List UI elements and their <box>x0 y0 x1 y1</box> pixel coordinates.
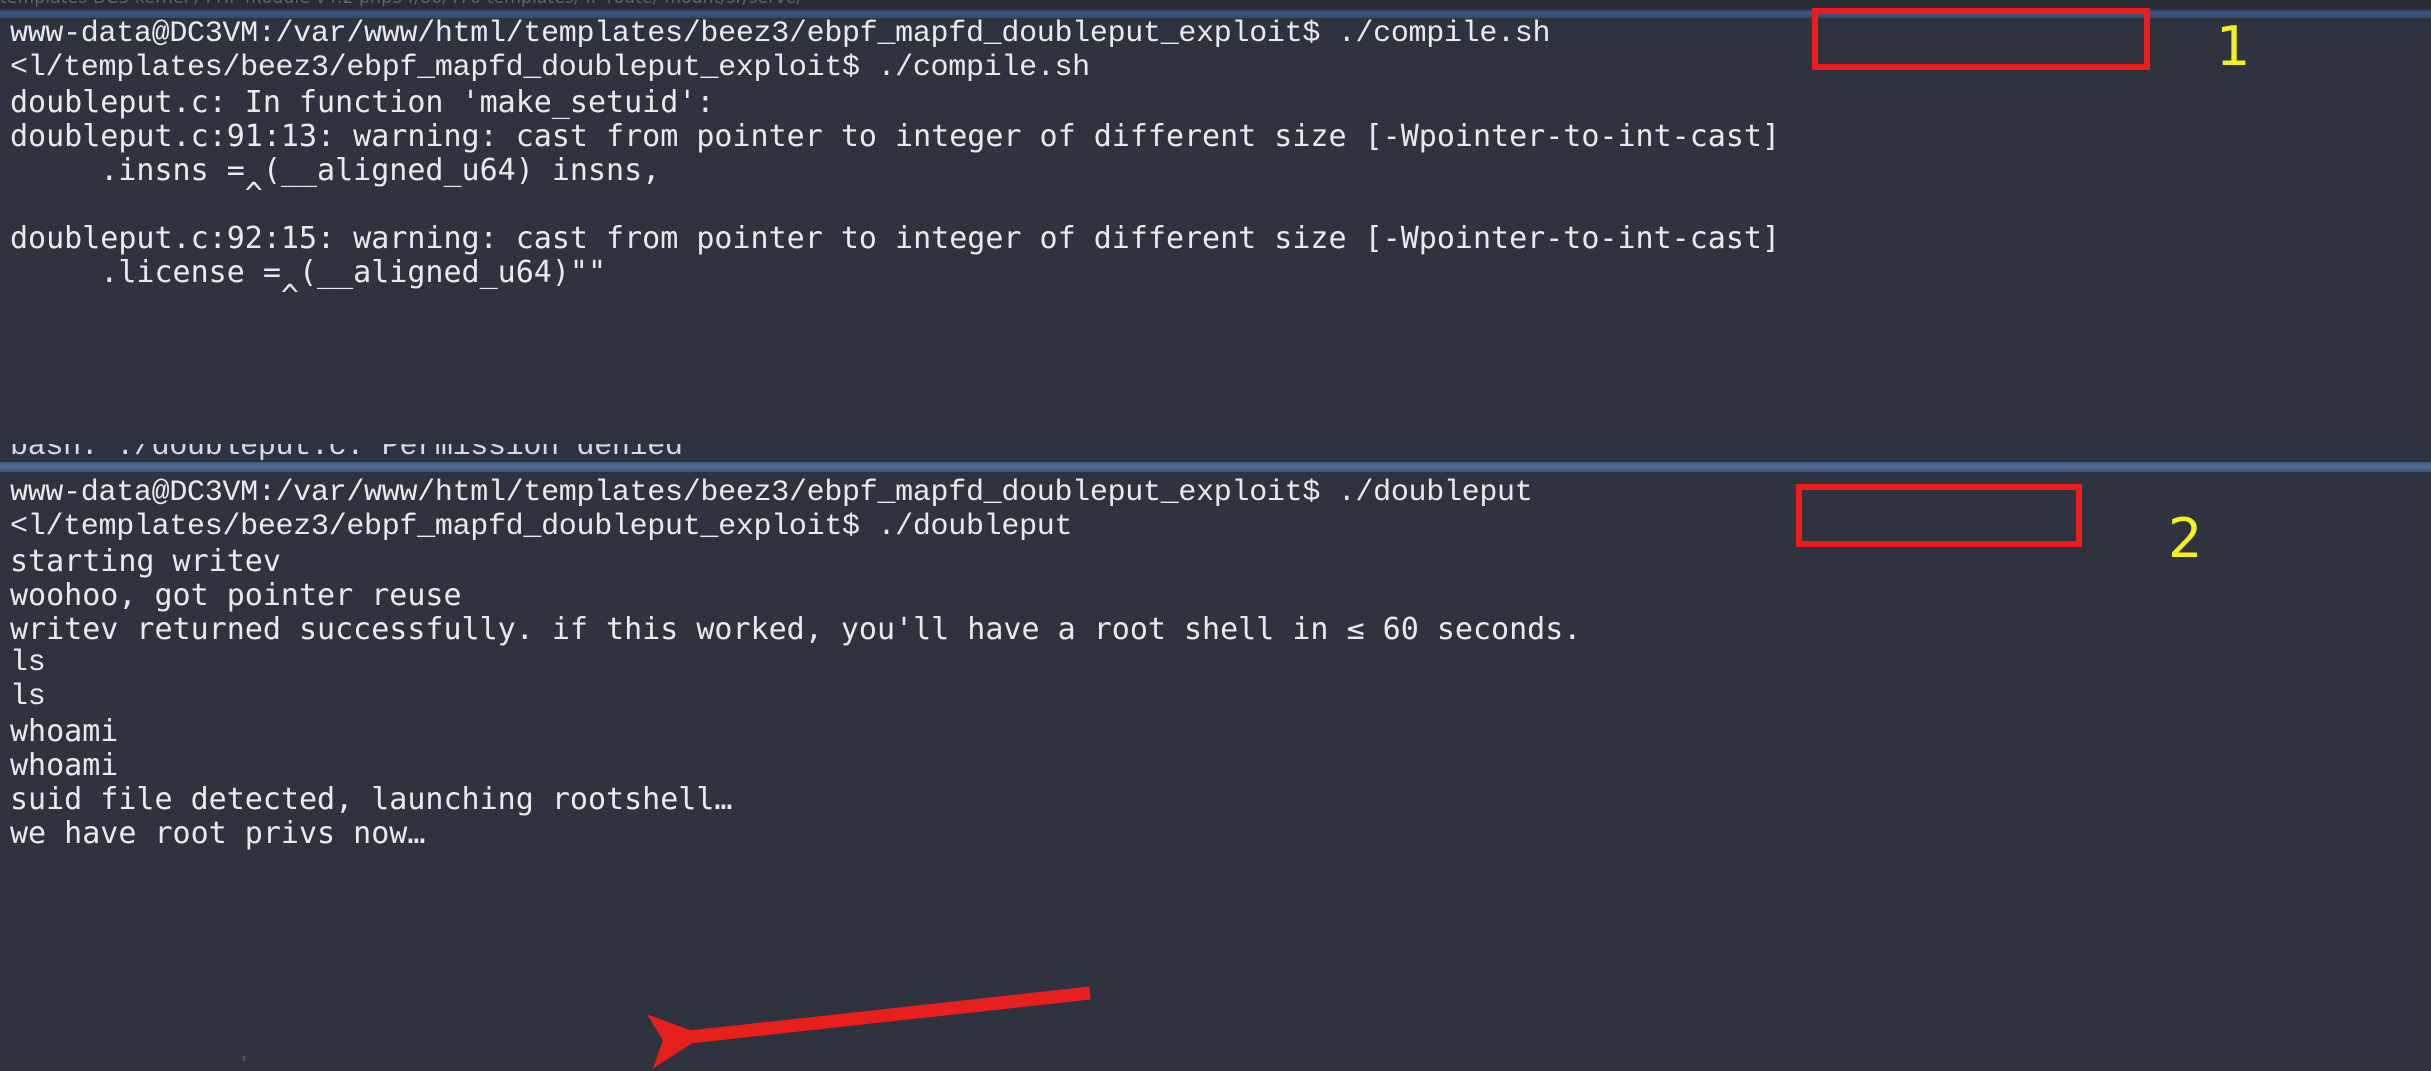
tab-strip-text: templates DC3 kernel / PHP module v4.2 p… <box>0 0 802 8</box>
terminal-line-ls-2: ls <box>10 680 46 714</box>
terminal-line-writev-success: writev returned successfully. if this wo… <box>10 612 1582 647</box>
terminal-line-starting-writev: starting writev <box>10 544 281 579</box>
terminal-line-suid-detected: suid file detected, launching rootshell… <box>10 782 733 817</box>
terminal-line-pointer-reuse: woohoo, got pointer reuse <box>10 578 462 613</box>
terminal-line-whoami-1: whoami <box>10 714 119 749</box>
terminal-screenshot: templates DC3 kernel / PHP module v4.2 p… <box>0 0 2431 1071</box>
terminal-line-warning-91: doubleput.c:91:13: warning: cast from po… <box>10 119 1781 154</box>
clipped-bottom-row: we have root privs now... <box>0 1056 2431 1071</box>
terminal-line-ls-1: ls <box>10 646 46 680</box>
terminal-line-prompt-compile: www-data@DC3VM:/var/www/html/templates/b… <box>10 18 1551 51</box>
terminal-line-root-privs: we have root privs now… <box>10 816 426 851</box>
terminal-line-warning-92: doubleput.c:92:15: warning: cast from po… <box>10 221 1781 256</box>
pane-divider-top <box>0 9 2431 18</box>
terminal-line-whoami-2: whoami <box>10 748 119 783</box>
clipped-permission-denied-row: bash: ./doubleput.c: Permission denied <box>0 444 2431 464</box>
terminal-line-caret-1: ^ <box>10 177 263 212</box>
tab-strip[interactable]: templates DC3 kernel / PHP module v4.2 p… <box>0 0 2431 9</box>
annotation-number-2: 2 <box>2168 507 2203 570</box>
terminal-line-prompt-wrap-1: <l/templates/beez3/ebpf_mapfd_doubleput_… <box>10 51 1090 85</box>
terminal-line-prompt-wrap-2: <l/templates/beez3/ebpf_mapfd_doubleput_… <box>10 510 1073 544</box>
terminal-pane-bottom[interactable]: www-data@DC3VM:/var/www/html/templates/b… <box>0 472 2431 1071</box>
terminal-line-in-function: doubleput.c: In function 'make_setuid': <box>10 85 715 120</box>
terminal-line-caret-2: ^ <box>10 279 299 314</box>
annotation-number-1: 1 <box>2216 15 2251 78</box>
terminal-pane-top[interactable]: www-data@DC3VM:/var/www/html/templates/b… <box>0 18 2431 462</box>
pane-divider-middle <box>0 462 2431 472</box>
terminal-line-prompt-doubleput: www-data@DC3VM:/var/www/html/templates/b… <box>10 476 1533 510</box>
terminal-line-bottom-clipped: we have root privs now... <box>10 1056 453 1065</box>
terminal-line-permission-denied: bash: ./doubleput.c: Permission denied <box>10 444 683 464</box>
